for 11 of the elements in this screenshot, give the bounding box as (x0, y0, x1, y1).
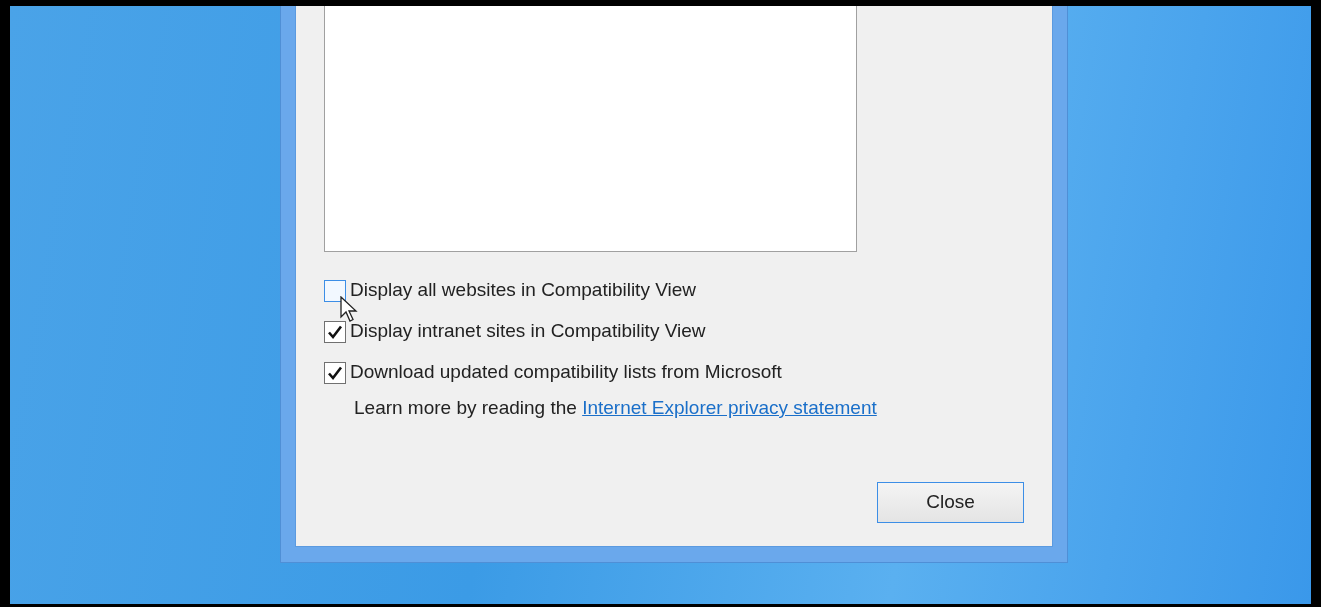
checkbox[interactable] (324, 320, 346, 343)
privacy-note-text: Learn more by reading the (354, 397, 577, 418)
option-label: Display intranet sites in Compatibility View (350, 319, 706, 344)
option-label: Download updated compatibility lists from Microsoft (350, 360, 782, 385)
checkmark-icon (327, 323, 343, 340)
option-label: Display all websites in Compatibility View (350, 278, 696, 303)
checkmark-icon (327, 364, 343, 381)
privacy-statement-link[interactable]: Internet Explorer privacy statement (582, 397, 877, 418)
checkbox[interactable] (324, 279, 346, 302)
close-button[interactable]: Close (877, 482, 1024, 523)
checkbox[interactable] (324, 361, 346, 384)
